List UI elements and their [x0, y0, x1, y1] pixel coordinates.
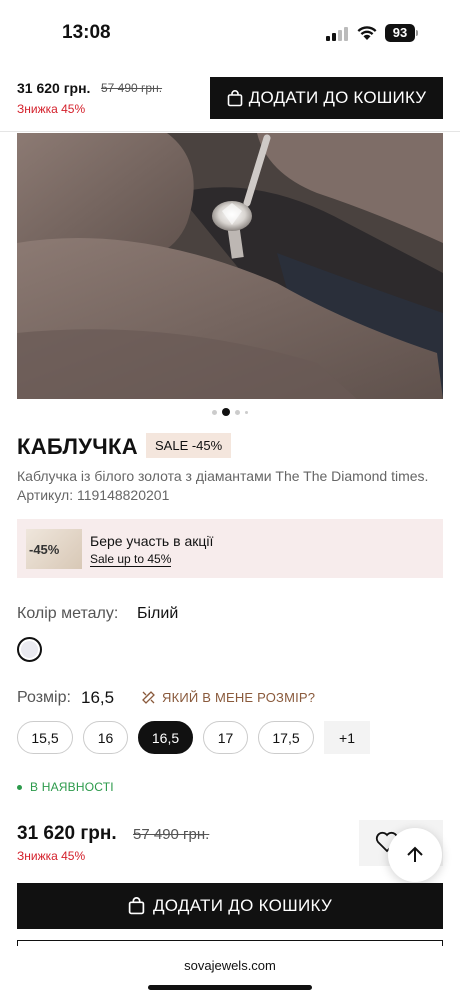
metal-color-label: Колір металу:: [17, 605, 119, 622]
promo-banner[interactable]: -45% Бере участь в акції Sale up to 45%: [17, 519, 443, 578]
metal-color-value: Білий: [137, 605, 179, 622]
add-to-cart-button[interactable]: ДОДАТИ ДО КОШИКУ: [17, 883, 443, 929]
sale-badge: SALE -45%: [146, 433, 232, 458]
sticky-add-to-cart-label: ДОДАТИ ДО КОШИКУ: [248, 88, 427, 107]
size-option-17-5[interactable]: 17,5: [258, 721, 314, 754]
product-image[interactable]: [17, 133, 443, 399]
promo-thumbnail-label: -45%: [29, 542, 60, 557]
cellular-signal-icon: [326, 27, 350, 41]
shopping-bag-icon: [227, 89, 243, 106]
size-value: 16,5: [81, 688, 115, 707]
wifi-icon: [357, 26, 377, 40]
old-price: 57 490 грн.: [133, 826, 210, 843]
home-indicator: [148, 985, 312, 990]
pager-dot[interactable]: [212, 409, 217, 415]
browser-url[interactable]: sovajewels.com: [0, 958, 460, 973]
sticky-old-price: 57 490 грн.: [101, 81, 163, 95]
pager-dot[interactable]: [235, 409, 240, 415]
product-description: Каблучка із білого золота з діамантами T…: [17, 468, 429, 503]
sticky-discount: Знижка 45%: [17, 102, 86, 116]
size-label: Розмір:: [17, 689, 71, 706]
more-sizes-button[interactable]: +1: [324, 721, 370, 754]
status-time: 13:08: [62, 22, 111, 43]
size-guide-link[interactable]: ЯКИЙ В МЕНЕ РОЗМІР?: [141, 690, 315, 705]
size-option-16-5-selected[interactable]: 16,5: [138, 721, 193, 754]
arrow-up-icon: [407, 846, 423, 862]
size-options: 15,5 16 16,5 17 17,5 +1: [17, 721, 370, 754]
sticky-purchase-bar: 31 620 грн. 57 490 грн. Знижка 45% ДОДАТ…: [0, 66, 460, 132]
stock-label: В НАЯВНОСТІ: [30, 780, 114, 794]
shopping-bag-icon: [128, 897, 145, 915]
scroll-to-top-button[interactable]: [388, 828, 442, 882]
stock-dot-icon: [17, 784, 22, 790]
image-carousel-pager[interactable]: [0, 407, 460, 417]
add-to-cart-label: ДОДАТИ ДО КОШИКУ: [152, 896, 333, 915]
price: 31 620 грн.: [17, 823, 117, 844]
jeweler-hands-photo: [17, 133, 443, 399]
stock-status: В НАЯВНОСТІ: [17, 780, 114, 794]
metal-swatch-white[interactable]: [17, 637, 42, 662]
swatch-fill: [21, 641, 38, 658]
promo-title: Бере участь в акції: [90, 533, 214, 549]
pager-dot-active[interactable]: [222, 408, 230, 416]
battery-indicator: 93: [385, 24, 415, 42]
battery-tip: [416, 30, 418, 36]
size-option-15-5[interactable]: 15,5: [17, 721, 73, 754]
size-option-16[interactable]: 16: [83, 721, 128, 754]
sticky-price: 31 620 грн.: [17, 80, 91, 96]
browser-address-bar[interactable]: sovajewels.com: [0, 946, 460, 1000]
size-option-17[interactable]: 17: [203, 721, 248, 754]
product-title: КАБЛУЧКА: [17, 434, 138, 459]
size-guide-label: ЯКИЙ В МЕНЕ РОЗМІР?: [162, 690, 316, 705]
promo-link[interactable]: Sale up to 45%: [90, 552, 172, 567]
sticky-add-to-cart-button[interactable]: ДОДАТИ ДО КОШИКУ: [210, 77, 443, 119]
discount-label: Знижка 45%: [17, 849, 86, 863]
ruler-icon: [142, 691, 155, 704]
pager-dot[interactable]: [245, 410, 248, 414]
status-bar: 13:08 93: [0, 0, 460, 66]
